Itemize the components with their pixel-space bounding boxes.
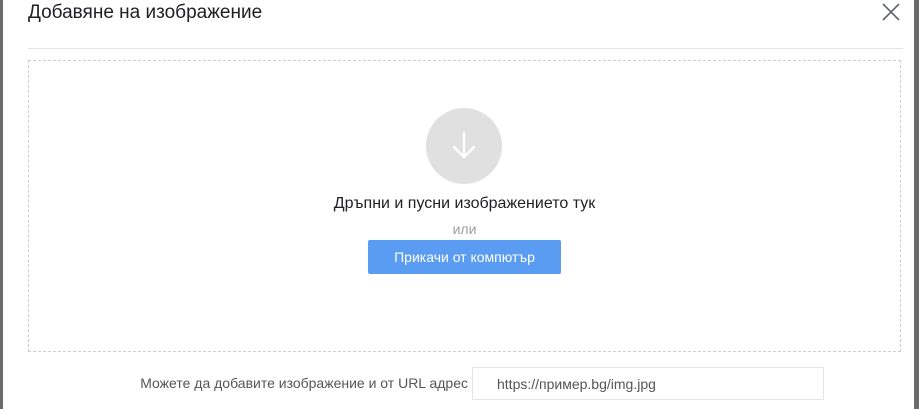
url-input[interactable] <box>472 367 824 400</box>
dialog-title: Добавяне на изображение <box>28 2 263 23</box>
upload-circle <box>426 108 502 184</box>
arrow-down-icon <box>452 131 476 159</box>
backdrop-edge-right <box>914 0 919 409</box>
upload-from-computer-button[interactable]: Прикачи от компютър <box>368 240 561 274</box>
header-divider <box>28 48 903 49</box>
drop-instructions: Дръпни и пусни изображението тук <box>333 195 596 212</box>
add-image-dialog: Добавяне на изображение Дръпни и пусни и… <box>3 0 914 409</box>
image-dropzone[interactable]: Дръпни и пусни изображението тук или При… <box>28 60 901 352</box>
or-separator: или <box>452 221 477 237</box>
close-icon[interactable] <box>879 0 903 24</box>
url-field-label: Можете да добавите изображение и от URL … <box>140 375 468 391</box>
